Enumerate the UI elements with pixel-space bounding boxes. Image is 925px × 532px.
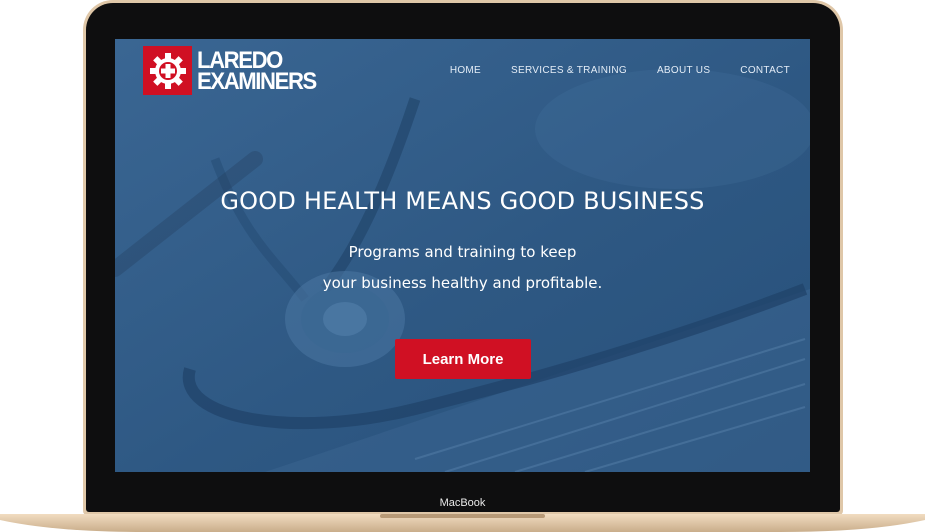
nav-home[interactable]: HOME [450,65,481,76]
logo-wordmark: LAREDO EXAMINERS [197,48,317,95]
hero-title: GOOD HEALTH MEANS GOOD BUSINESS [220,187,705,215]
site-logo[interactable]: LAREDO EXAMINERS [143,46,326,95]
nav-services-training[interactable]: SERVICES & TRAINING [511,65,627,76]
hero-subtitle-line-1: Programs and training to keep [348,243,577,261]
device-label: MacBook [439,497,486,509]
nav-about-us[interactable]: ABOUT US [657,65,710,76]
learn-more-button[interactable]: Learn More [395,339,531,379]
main-nav: HOME SERVICES & TRAINING ABOUT US CONTAC… [450,65,790,76]
gear-medical-cross-icon [143,46,192,95]
hero-subtitle: Programs and training to keep your busin… [115,237,810,299]
hero-subtitle-line-2: your business healthy and profitable. [322,274,603,292]
laptop-screen: LAREDO EXAMINERS HOME SERVICES & TRAININ… [115,39,810,472]
nav-contact[interactable]: CONTACT [740,65,790,76]
logo-line-2: EXAMINERS [197,67,317,95]
laptop-mockup: LAREDO EXAMINERS HOME SERVICES & TRAININ… [0,0,925,532]
laptop-base [0,514,925,532]
